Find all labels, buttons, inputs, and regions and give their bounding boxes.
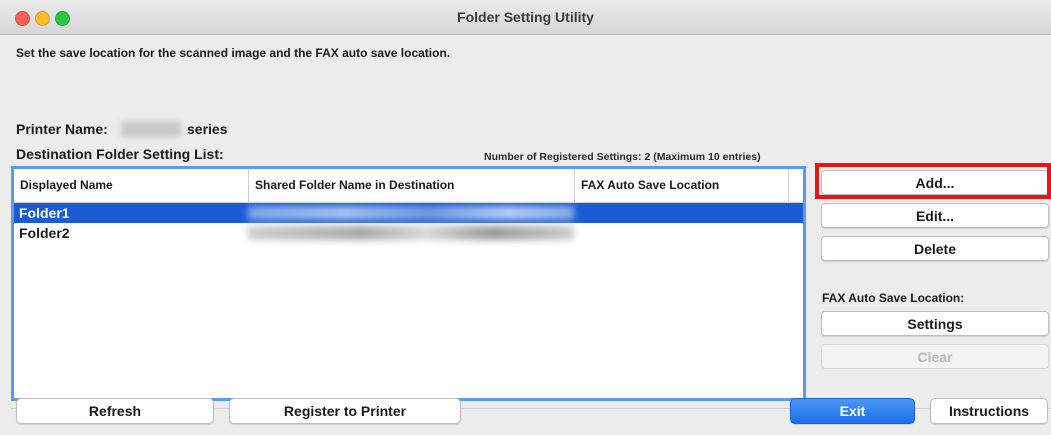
exit-button[interactable]: Exit <box>790 398 915 424</box>
title-bar: Folder Setting Utility <box>0 0 1051 35</box>
instructions-button[interactable]: Instructions <box>930 398 1048 424</box>
destination-folder-table[interactable]: Displayed Name Shared Folder Name in Des… <box>11 166 806 401</box>
settings-button[interactable]: Settings <box>821 311 1049 336</box>
printer-name-label: Printer Name: <box>16 121 108 137</box>
column-header-displayed-name[interactable]: Displayed Name <box>14 169 249 202</box>
edit-button[interactable]: Edit... <box>821 203 1049 228</box>
fax-auto-save-label: FAX Auto Save Location: <box>822 291 965 305</box>
printer-model-redacted <box>121 121 181 137</box>
column-header-fax-auto-save[interactable]: FAX Auto Save Location <box>575 169 789 202</box>
row-shared-folder-redacted <box>248 226 574 240</box>
clear-button[interactable]: Clear <box>821 344 1049 369</box>
table-row[interactable]: Folder2 <box>14 223 803 243</box>
window-title: Folder Setting Utility <box>457 9 594 25</box>
printer-name-suffix: series <box>187 121 228 137</box>
table-row[interactable]: Folder1 <box>14 203 803 223</box>
register-to-printer-button[interactable]: Register to Printer <box>229 398 461 424</box>
registered-settings-count: Number of Registered Settings: 2 (Maximu… <box>484 151 761 163</box>
row-shared-folder-redacted <box>248 206 574 220</box>
delete-button[interactable]: Delete <box>821 236 1049 261</box>
intro-text: Set the save location for the scanned im… <box>16 46 451 60</box>
table-header: Displayed Name Shared Folder Name in Des… <box>14 169 803 203</box>
refresh-button[interactable]: Refresh <box>16 398 214 424</box>
column-header-shared-folder[interactable]: Shared Folder Name in Destination <box>249 169 575 202</box>
row-displayed-name: Folder1 <box>19 205 70 221</box>
row-displayed-name: Folder2 <box>19 225 70 241</box>
destination-list-label: Destination Folder Setting List: <box>16 146 224 162</box>
add-button-highlight <box>815 163 1051 199</box>
